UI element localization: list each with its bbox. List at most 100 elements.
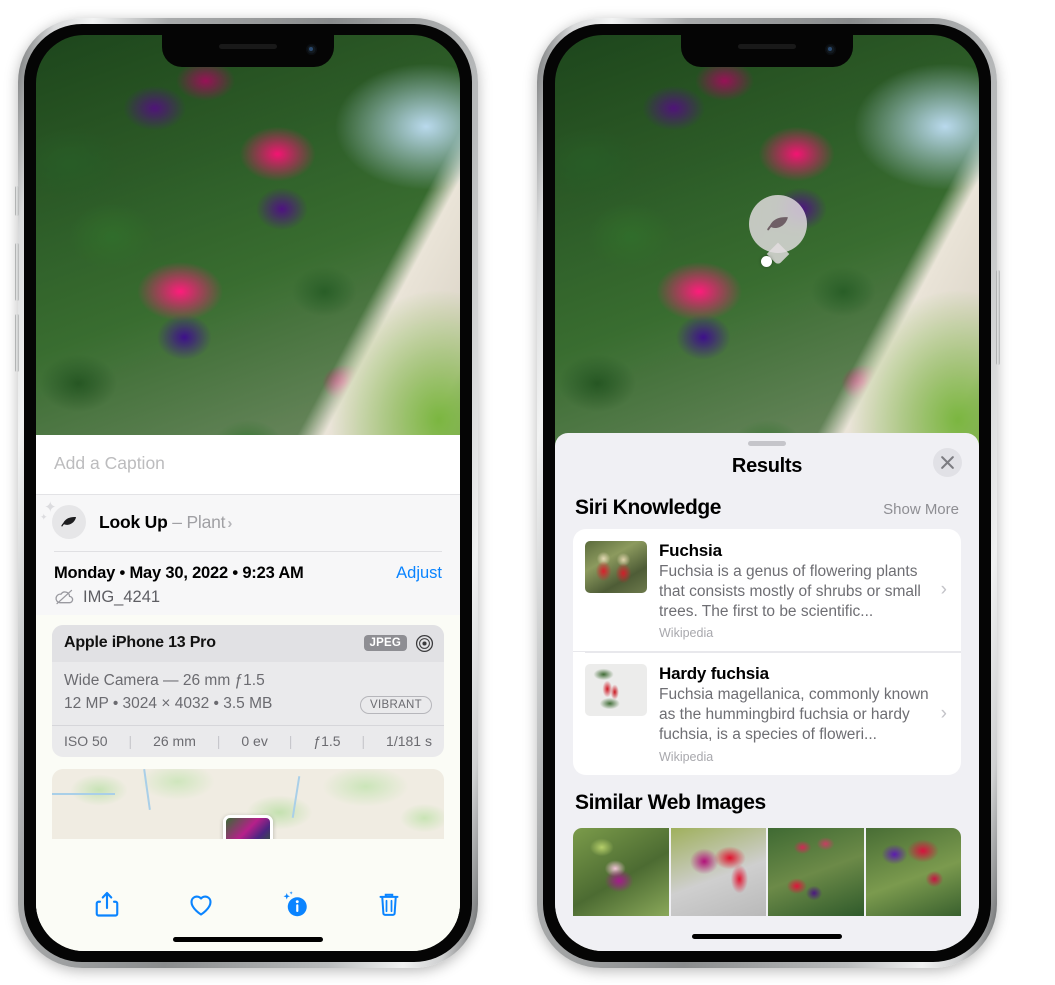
device-bezel: Add a Caption ✦ ✦ Look Up – Plant › Mond… [24, 24, 472, 962]
web-image-thumbnail[interactable] [865, 827, 961, 916]
camera-info-card: Apple iPhone 13 Pro JPEG Wide Camera — 2… [52, 624, 444, 757]
front-camera-icon [306, 44, 317, 55]
close-button[interactable] [933, 448, 962, 477]
size-row: 12 MP • 3024 × 4032 • 3.5 MB VIBRANT [64, 693, 432, 715]
knowledge-card[interactable]: Hardy fuchsia Fuchsia magellanica, commo… [573, 651, 961, 774]
heart-icon[interactable] [186, 889, 216, 919]
capture-date: Monday • May 30, 2022 • 9:23 AM [54, 563, 304, 582]
notch [162, 35, 334, 67]
info-sparkle-icon[interactable] [280, 889, 310, 919]
leaf-glyph [767, 217, 789, 231]
exif-aperture: ƒ1.5 [313, 732, 341, 749]
knowledge-card[interactable]: Fuchsia Fuchsia is a genus of flowering … [573, 529, 961, 651]
exif-separator: | [128, 732, 133, 749]
volume-up-button[interactable] [15, 243, 19, 301]
look-up-subject: Plant [186, 511, 226, 532]
front-camera-icon [825, 44, 836, 55]
camera-device-name: Apple iPhone 13 Pro [64, 634, 216, 652]
knowledge-title: Fuchsia [659, 541, 722, 560]
chevron-right-icon: › [940, 579, 947, 601]
knowledge-text: Hardy fuchsia Fuchsia magellanica, commo… [659, 664, 947, 763]
camera-card-header: Apple iPhone 13 Pro JPEG [52, 624, 444, 662]
caption-input[interactable]: Add a Caption [36, 435, 460, 495]
icloud-slash-icon [55, 590, 74, 605]
look-up-dash: – [167, 511, 187, 532]
notch [681, 35, 853, 67]
exif-separator: | [361, 732, 366, 749]
web-image-thumbnail[interactable] [768, 827, 864, 916]
map-river [52, 792, 115, 795]
look-up-label: Look Up – Plant › [99, 512, 232, 533]
location-map[interactable] [52, 768, 444, 839]
photo-metadata-block: Monday • May 30, 2022 • 9:23 AM Adjust I… [36, 551, 460, 615]
trash-icon[interactable] [374, 889, 404, 919]
home-indicator[interactable] [173, 937, 323, 942]
divider [54, 551, 442, 552]
knowledge-thumbnail [585, 664, 647, 717]
map-river [143, 768, 151, 810]
exif-row: ISO 50 | 26 mm | 0 ev | ƒ1.5 | 1/181 s [52, 724, 444, 757]
iphone-right-device: Results Siri Knowledge Show More Fuchsia… [537, 18, 1000, 968]
siri-knowledge-card-group: Fuchsia Fuchsia is a genus of flowering … [573, 529, 961, 775]
map-river [291, 775, 301, 818]
date-row: Monday • May 30, 2022 • 9:23 AM Adjust [54, 564, 442, 583]
similar-web-images-header: Similar Web Images [555, 775, 979, 824]
similar-web-images-grid [555, 827, 979, 916]
results-header: Results [555, 446, 979, 492]
photo-toolbar [36, 879, 460, 923]
earpiece-speaker-icon [219, 44, 277, 49]
exif-exposure: 0 ev [241, 732, 268, 749]
volume-down-button[interactable] [15, 314, 19, 372]
power-button[interactable] [996, 270, 1000, 365]
knowledge-description: Fuchsia magellanica, commonly known as t… [659, 686, 929, 744]
chevron-right-icon: › [940, 702, 947, 724]
exif-iso: ISO 50 [64, 732, 108, 749]
earpiece-speaker-icon [738, 44, 796, 49]
map-photo-pin[interactable] [223, 814, 273, 839]
lens-line: Wide Camera — 26 mm ƒ1.5 [64, 671, 265, 689]
leaf-glyph [61, 517, 77, 527]
home-indicator[interactable] [692, 934, 842, 939]
knowledge-source: Wikipedia [659, 749, 714, 764]
adjust-button[interactable]: Adjust [396, 564, 442, 583]
share-icon[interactable] [92, 889, 122, 919]
camera-card-body: Wide Camera — 26 mm ƒ1.5 12 MP • 3024 × … [52, 662, 444, 725]
mute-switch[interactable] [15, 186, 19, 216]
show-more-button[interactable]: Show More [883, 501, 959, 518]
results-sheet: Results Siri Knowledge Show More Fuchsia… [555, 433, 979, 951]
web-image-thumbnail[interactable] [573, 827, 669, 916]
siri-knowledge-title: Siri Knowledge [575, 496, 722, 519]
knowledge-text: Fuchsia Fuchsia is a genus of flowering … [659, 541, 947, 640]
knowledge-title: Hardy fuchsia [659, 664, 769, 684]
chevron-right-icon: › [227, 514, 233, 532]
aperture-icon [415, 634, 434, 652]
iphone-left-device: Add a Caption ✦ ✦ Look Up – Plant › Mond… [15, 18, 478, 968]
screen-left: Add a Caption ✦ ✦ Look Up – Plant › Mond… [36, 35, 460, 951]
exif-separator: | [216, 732, 221, 749]
look-up-title: Look Up [99, 511, 168, 532]
device-bezel: Results Siri Knowledge Show More Fuchsia… [543, 24, 991, 962]
leaf-icon: ✦ ✦ [40, 500, 86, 539]
close-icon [941, 456, 954, 469]
visual-lookup-anchor-dot [760, 255, 772, 267]
screen-right: Results Siri Knowledge Show More Fuchsia… [555, 35, 979, 951]
photo-info-sheet: Add a Caption ✦ ✦ Look Up – Plant › Mond… [36, 435, 460, 951]
exif-focal: 26 mm [153, 732, 196, 749]
look-up-row[interactable]: ✦ ✦ Look Up – Plant › [36, 495, 460, 551]
results-title: Results [731, 455, 803, 477]
exif-separator: | [288, 732, 293, 749]
size-line: 12 MP • 3024 × 4032 • 3.5 MB [64, 695, 273, 713]
file-row: IMG_4241 [54, 588, 442, 607]
format-badge: JPEG [363, 635, 407, 652]
siri-knowledge-header: Siri Knowledge Show More [555, 492, 979, 529]
camera-badges: JPEG [363, 634, 434, 653]
web-image-thumbnail[interactable] [670, 827, 766, 916]
file-name: IMG_4241 [83, 587, 161, 606]
knowledge-thumbnail [585, 541, 647, 593]
photographic-style-badge: VIBRANT [360, 695, 432, 714]
sparkle-small-icon: ✦ [40, 512, 48, 522]
knowledge-source: Wikipedia [659, 626, 714, 641]
similar-web-images-title: Similar Web Images [575, 790, 766, 814]
knowledge-description: Fuchsia is a genus of flowering plants t… [659, 563, 921, 620]
exif-shutter: 1/181 s [386, 732, 432, 749]
